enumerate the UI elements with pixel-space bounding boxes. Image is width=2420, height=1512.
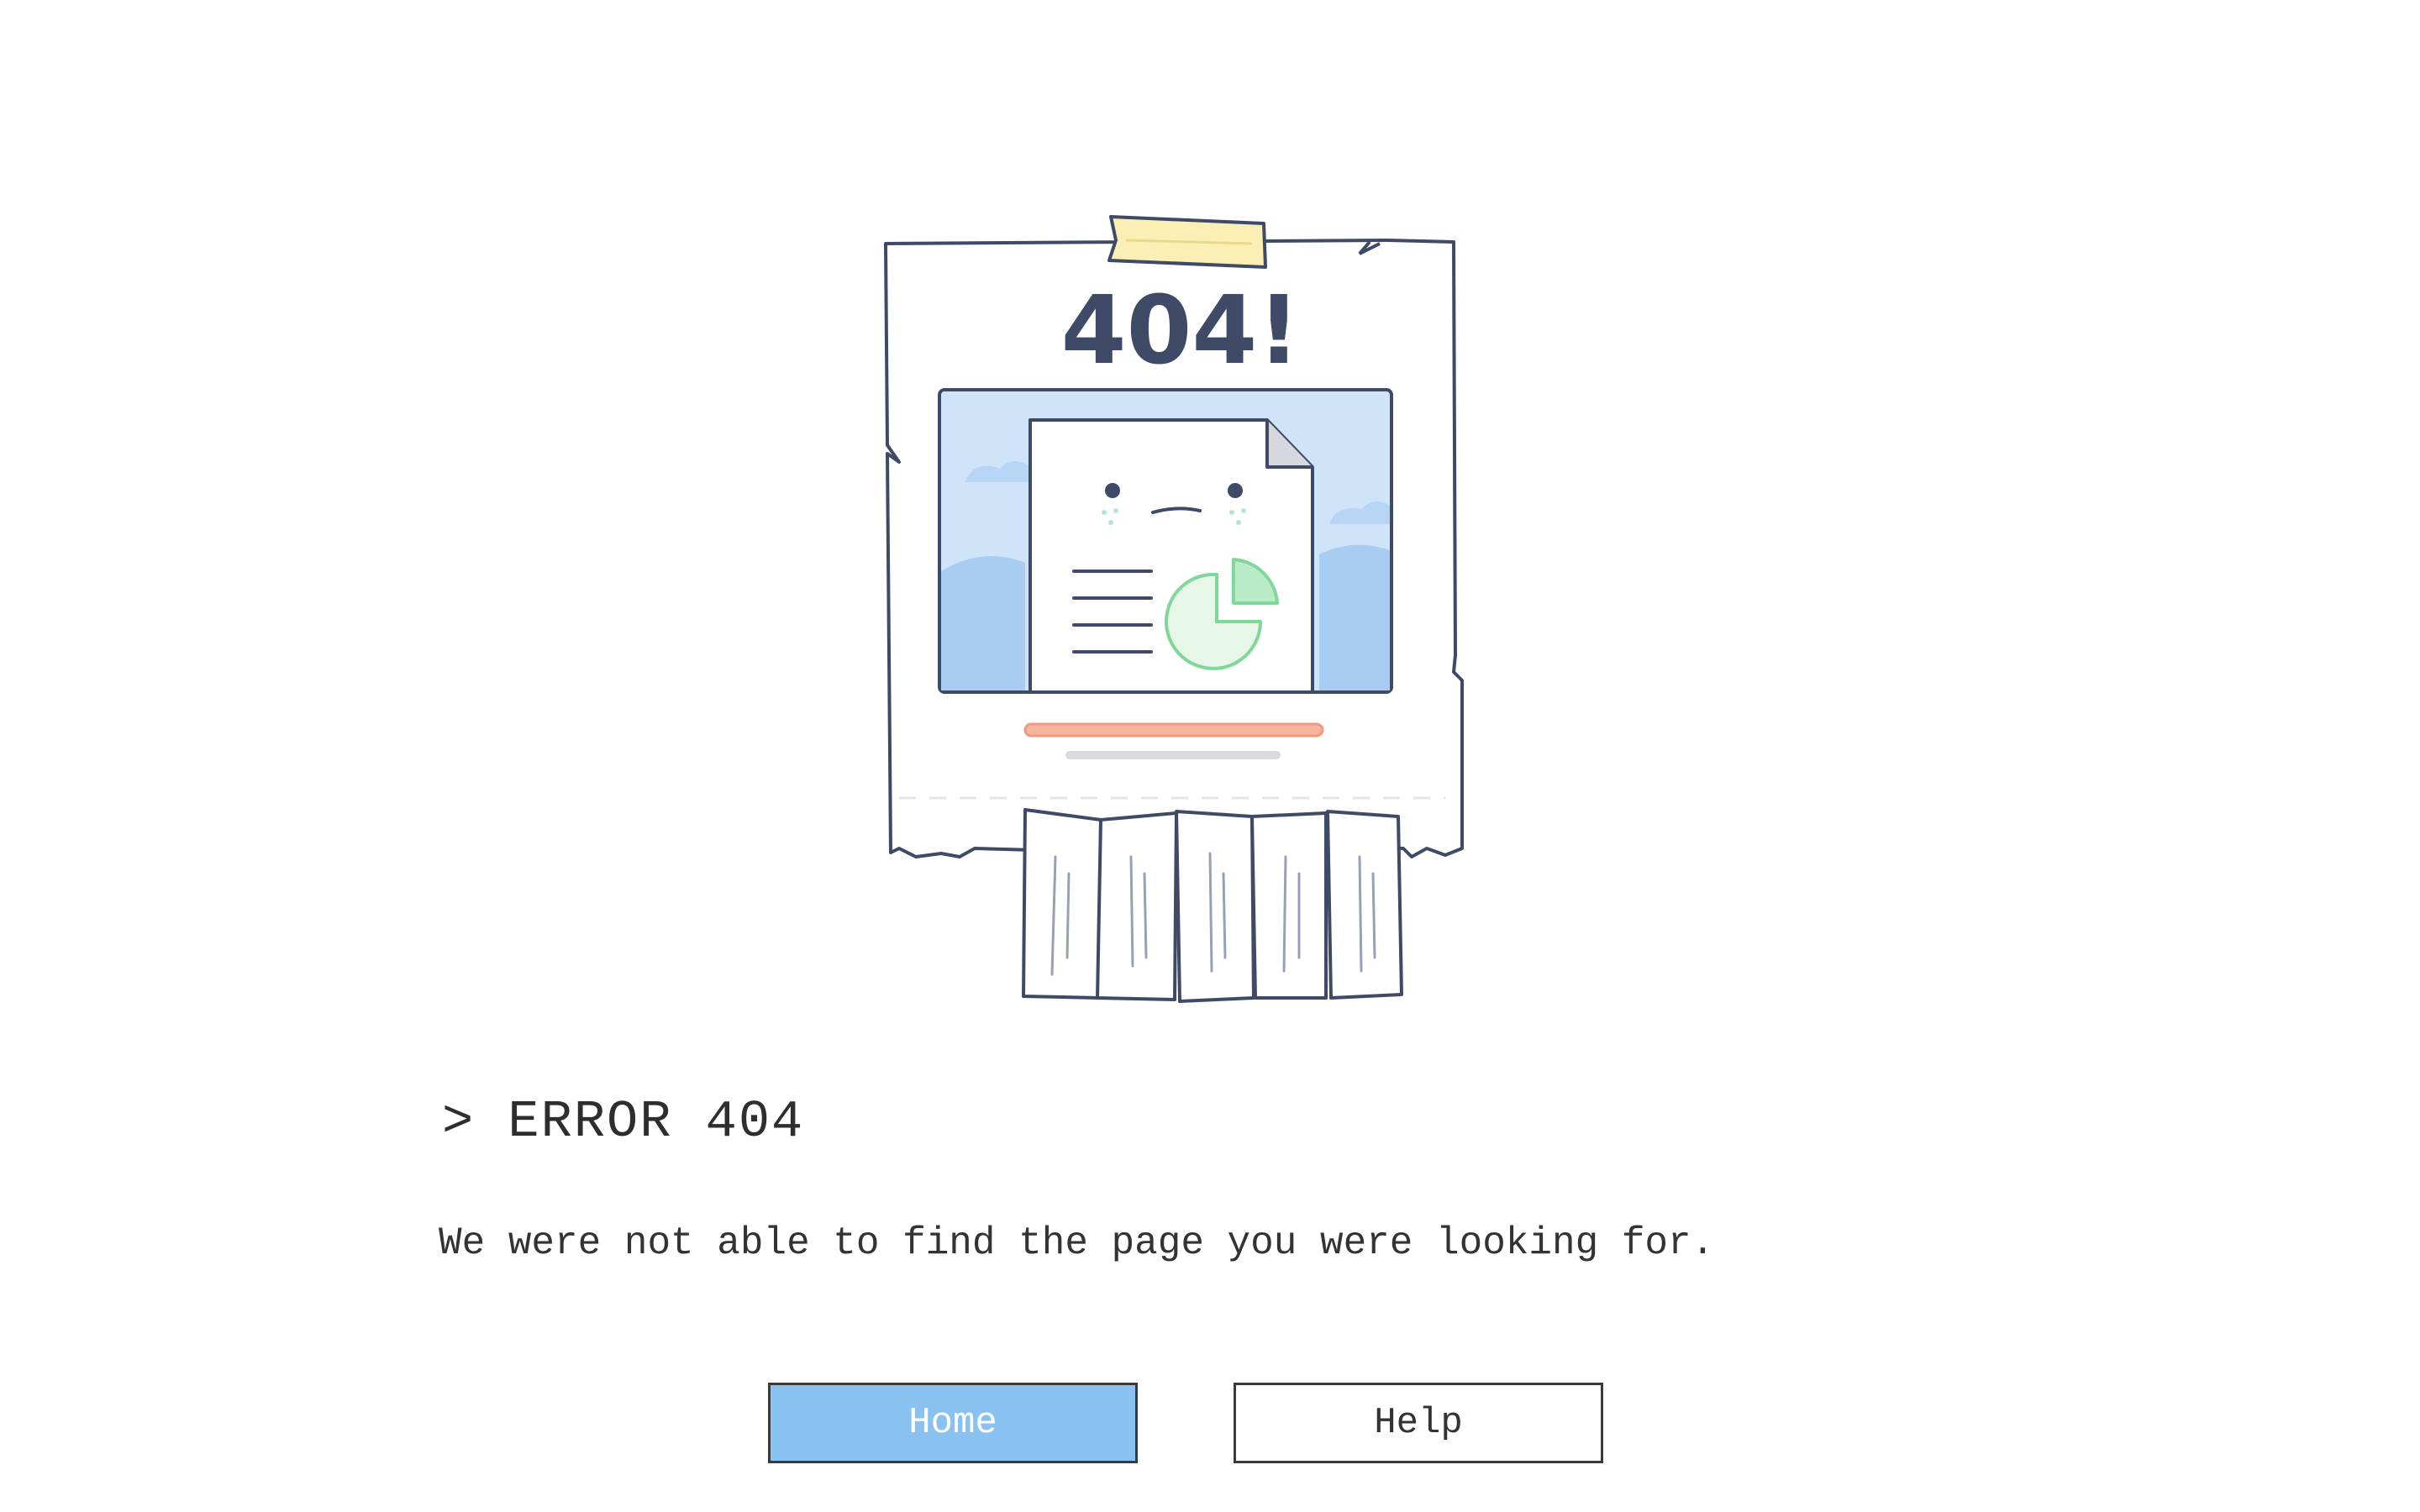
help-button[interactable]: Help	[1234, 1383, 1603, 1463]
illustration-heading: 404!	[1061, 276, 1301, 386]
shredded-404-illustration: 404!	[865, 202, 1496, 1025]
error-title: > ERROR 404	[442, 1092, 805, 1152]
shredded-paper-icon: 404!	[884, 215, 1464, 1003]
error-message: We were not able to find the page you we…	[439, 1221, 1715, 1265]
home-button[interactable]: Home	[768, 1383, 1138, 1463]
